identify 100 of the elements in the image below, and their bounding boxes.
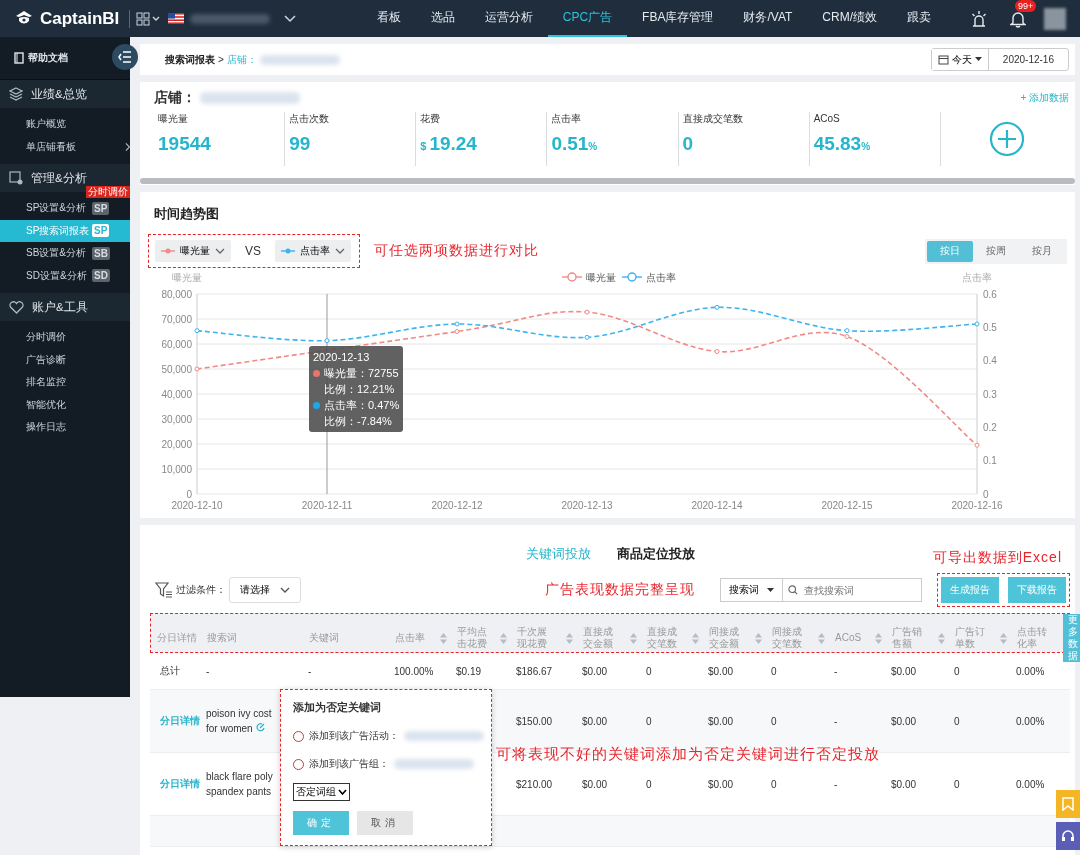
period-tab[interactable]: 按周 [973,240,1019,262]
nav-tab[interactable]: CRM/绩效 [807,0,892,37]
tick-label: 70,000 [161,313,192,325]
sidebar-label: 分时调价 [26,330,67,345]
sidebar-item[interactable]: 操作日志 [0,416,130,439]
sort-icon[interactable] [938,632,945,644]
tick-label: 2020-12-11 [301,500,353,511]
data-point[interactable] [194,328,200,334]
search-type-dropdown[interactable]: 搜索词 [720,578,783,602]
nav-tab[interactable]: CPC广告 [547,0,628,37]
legend-item[interactable]: 点击率 [621,271,676,283]
cancel-button[interactable]: 取消 [357,811,413,835]
data-point[interactable] [454,329,460,334]
search-term: poison ivy cost for women [205,707,272,736]
sidebar-item[interactable]: SB设置&分析 SB [0,242,130,265]
metric-dropdown[interactable]: 点击率 [275,240,351,262]
table-cell-text: $0.00 [707,665,735,677]
sort-icon[interactable] [1000,632,1007,644]
sidebar-item[interactable]: SP设置&分析 SP [0,197,130,220]
option-label: 添加到该广告活动： [309,729,399,743]
table-cell-text: $0.00 [581,778,609,790]
nav-tab[interactable]: 财务/VAT [728,0,808,37]
metric-value: 0.51% [551,133,599,155]
lamp-icon[interactable] [970,9,988,28]
layers-icon [9,87,23,101]
data-point[interactable] [584,309,590,315]
data-point[interactable] [974,442,980,448]
scrollbar[interactable] [140,178,1075,184]
caret-icon[interactable] [284,14,297,23]
filter-label: 过滤条件： [176,583,226,597]
nav-tab[interactable]: 看板 [361,0,416,37]
help-link[interactable]: 帮助文档 [28,51,68,65]
metric-dropdown[interactable]: 曝光量 [155,240,231,262]
table-cell-text: 0 [953,665,961,677]
nav-tab[interactable]: FBA库存管理 [627,0,729,37]
breadcrumb-item[interactable]: 搜索词报表 [165,52,215,67]
data-point[interactable] [714,349,720,354]
notification-badge: 99+ [1015,0,1037,12]
edit-icon[interactable] [255,723,265,732]
annotation-text: 可导出数据到Excel [932,549,1062,567]
sidebar-item[interactable]: 排名监控 [0,371,130,394]
add-circle-icon[interactable] [988,121,1025,157]
report-tab[interactable]: 商品定位投放 [616,545,695,563]
period-tab[interactable]: 按月 [1019,240,1065,262]
data-point[interactable] [844,328,850,334]
table-cell-text: $186.67 [515,665,554,677]
sidebar-item[interactable]: 广告诊断 [0,348,130,371]
data-point[interactable] [844,334,850,339]
sidebar-label: 账户概览 [26,117,67,132]
sort-icon[interactable] [875,632,882,644]
metric-label: ACoS [813,112,841,125]
table-cell-text: $150.00 [515,715,554,727]
sidebar-item[interactable]: 单店铺看板 [0,135,130,158]
match-type-dropdown[interactable]: 否定词组 [293,783,350,801]
metric-label: 点击率 [551,112,583,125]
breadcrumb-item: 店铺： [226,52,257,67]
sidebar-label: SD设置&分析 [26,268,88,283]
filter-icon [155,582,173,598]
avatar[interactable] [1044,7,1066,30]
sidebar-label: SB设置&分析 [26,246,87,261]
nav-tab[interactable]: 跟卖 [892,0,946,37]
line-marker-icon [161,248,175,254]
table-cell-text: $0.00 [581,665,609,677]
report-icon [9,171,23,185]
sidebar-item[interactable]: SD设置&分析 SD [0,264,130,287]
collapse-button[interactable] [112,44,138,70]
legend-item[interactable]: 曝光量 [561,271,616,283]
sidebar-item[interactable]: 智能优化 [0,393,130,416]
sort-icon[interactable] [692,632,699,644]
sort-icon[interactable] [755,632,762,644]
data-point[interactable] [194,366,200,372]
nav-tab[interactable]: 运营分析 [469,0,548,37]
chevron-down-icon [280,587,290,593]
sort-icon[interactable] [440,632,447,644]
sidebar-label: SP设置&分析 [26,201,87,216]
tick-label: 0.4 [983,355,997,367]
annotation-text: 广告表现数据完整呈现 [545,581,695,599]
sort-icon[interactable] [500,632,507,644]
section-header[interactable]: 账户&工具 [0,293,130,321]
data-point[interactable] [454,321,460,327]
data-point[interactable] [584,334,590,340]
sort-icon[interactable] [818,632,825,644]
support-button[interactable] [1056,822,1080,850]
metric-label: 点击次数 [289,112,331,125]
data-point[interactable] [714,304,720,310]
table-cell-text: 0 [953,715,961,727]
axis-title: 曝光量 [172,272,202,283]
data-point[interactable] [324,338,330,344]
search-box[interactable]: 查找搜索词 [783,578,922,602]
sort-icon[interactable] [630,632,637,644]
sort-icon[interactable] [566,632,573,644]
tick-label: 0 [983,488,989,500]
sidebar-label: 操作日志 [26,420,67,435]
sidebar-item[interactable]: 分时调价 [0,326,130,349]
bell-icon[interactable] [1010,9,1026,28]
filter-dropdown[interactable]: 请选择 [229,577,301,603]
data-point[interactable] [974,321,980,327]
nav-tab[interactable]: 选品 [415,0,470,37]
sidebar-item[interactable]: 账户概览 [0,113,130,136]
section-header[interactable]: 业绩&总览 [0,80,130,108]
